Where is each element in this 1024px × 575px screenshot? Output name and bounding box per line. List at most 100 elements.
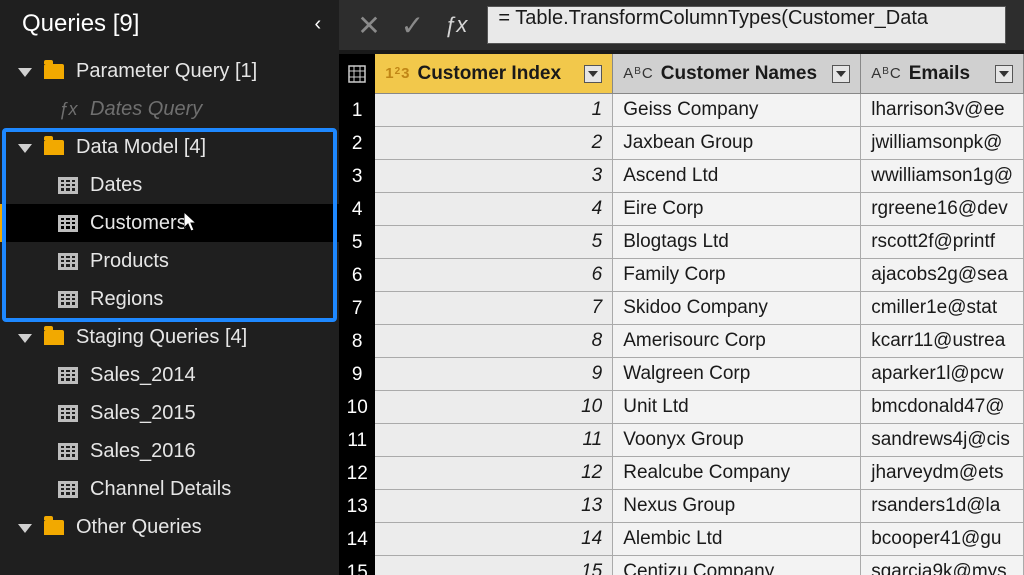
cell-index[interactable]: 1 <box>375 94 613 127</box>
cell-emails[interactable]: kcarr11@ustrea <box>861 325 1024 358</box>
cell-index[interactable]: 9 <box>375 358 613 391</box>
cell-names[interactable]: Voonyx Group <box>613 424 861 457</box>
query-label: Regions <box>90 288 163 311</box>
cell-emails[interactable]: wwilliamson1g@ <box>861 160 1024 193</box>
query-group[interactable]: Other Queries <box>0 508 339 546</box>
query-item[interactable]: Customers <box>0 204 339 242</box>
query-item[interactable]: Regions <box>0 280 339 318</box>
table-row: 6Family Corpajacobs2g@sea <box>375 259 1024 292</box>
cell-emails[interactable]: jharveydm@ets <box>861 457 1024 490</box>
row-number[interactable]: 6 <box>339 259 375 292</box>
column-filter-dropdown[interactable] <box>995 65 1013 83</box>
query-item[interactable]: ƒxDates Query <box>0 90 339 128</box>
cell-names[interactable]: Centizu Company <box>613 556 861 575</box>
cell-names[interactable]: Nexus Group <box>613 490 861 523</box>
table-icon <box>58 177 78 194</box>
query-item[interactable]: Sales_2016 <box>0 432 339 470</box>
collapse-panel-icon[interactable]: ‹ <box>315 13 322 36</box>
table-icon <box>58 481 78 498</box>
cell-emails[interactable]: rscott2f@printf <box>861 226 1024 259</box>
cell-index[interactable]: 5 <box>375 226 613 259</box>
caret-down-icon <box>18 68 32 77</box>
table-row: 7Skidoo Companycmiller1e@stat <box>375 292 1024 325</box>
cell-index[interactable]: 4 <box>375 193 613 226</box>
cell-emails[interactable]: aparker1l@pcw <box>861 358 1024 391</box>
row-number[interactable]: 12 <box>339 457 375 490</box>
column-header-names[interactable]: ABCCustomer Names <box>613 54 861 94</box>
cell-names[interactable]: Family Corp <box>613 259 861 292</box>
cell-names[interactable]: Realcube Company <box>613 457 861 490</box>
cell-emails[interactable]: ajacobs2g@sea <box>861 259 1024 292</box>
cell-emails[interactable]: sandrews4j@cis <box>861 424 1024 457</box>
row-number[interactable]: 4 <box>339 193 375 226</box>
cell-names[interactable]: Jaxbean Group <box>613 127 861 160</box>
cell-names[interactable]: Blogtags Ltd <box>613 226 861 259</box>
cell-names[interactable]: Eire Corp <box>613 193 861 226</box>
row-number[interactable]: 14 <box>339 523 375 556</box>
row-number[interactable]: 15 <box>339 556 375 575</box>
query-group[interactable]: Staging Queries [4] <box>0 318 339 356</box>
row-number[interactable]: 9 <box>339 358 375 391</box>
text-type-icon: ABC <box>871 65 901 82</box>
select-all-corner[interactable] <box>339 54 375 94</box>
query-label: Sales_2015 <box>90 402 196 425</box>
cell-index[interactable]: 15 <box>375 556 613 575</box>
cell-emails[interactable]: rgreene16@dev <box>861 193 1024 226</box>
group-label: Parameter Query [1] <box>76 60 257 83</box>
column-header-emails[interactable]: ABCEmails <box>861 54 1024 94</box>
query-item[interactable]: Sales_2015 <box>0 394 339 432</box>
cell-emails[interactable]: sgarcia9k@mys <box>861 556 1024 575</box>
row-number[interactable]: 10 <box>339 391 375 424</box>
cell-names[interactable]: Walgreen Corp <box>613 358 861 391</box>
cell-names[interactable]: Amerisourc Corp <box>613 325 861 358</box>
cell-emails[interactable]: jwilliamsonpk@ <box>861 127 1024 160</box>
query-item[interactable]: Products <box>0 242 339 280</box>
queries-panel-header: Queries [9] ‹ <box>0 0 339 52</box>
column-filter-dropdown[interactable] <box>584 65 602 83</box>
cancel-formula-icon[interactable]: ✕ <box>357 9 380 42</box>
query-item[interactable]: Channel Details <box>0 470 339 508</box>
cell-emails[interactable]: bmcdonald47@ <box>861 391 1024 424</box>
cell-emails[interactable]: lharrison3v@ee <box>861 94 1024 127</box>
row-number[interactable]: 7 <box>339 292 375 325</box>
row-number[interactable]: 8 <box>339 325 375 358</box>
query-group[interactable]: Data Model [4] <box>0 128 339 166</box>
cell-index[interactable]: 12 <box>375 457 613 490</box>
cell-names[interactable]: Skidoo Company <box>613 292 861 325</box>
row-number[interactable]: 13 <box>339 490 375 523</box>
cell-index[interactable]: 14 <box>375 523 613 556</box>
row-number[interactable]: 1 <box>339 94 375 127</box>
fx-icon: ƒx <box>444 12 467 38</box>
row-number[interactable]: 3 <box>339 160 375 193</box>
query-label: Products <box>90 250 169 273</box>
cell-index[interactable]: 7 <box>375 292 613 325</box>
row-number[interactable]: 5 <box>339 226 375 259</box>
queries-tree: Parameter Query [1] ƒxDates Query Data Mo… <box>0 52 339 575</box>
row-number[interactable]: 11 <box>339 424 375 457</box>
cell-index[interactable]: 13 <box>375 490 613 523</box>
cell-names[interactable]: Unit Ltd <box>613 391 861 424</box>
formula-input[interactable]: = Table.TransformColumnTypes(Customer_Da… <box>487 6 1006 44</box>
query-item[interactable]: Dates <box>0 166 339 204</box>
cell-index[interactable]: 8 <box>375 325 613 358</box>
commit-formula-icon[interactable]: ✓ <box>401 9 424 42</box>
row-number[interactable]: 2 <box>339 127 375 160</box>
column-filter-dropdown[interactable] <box>832 65 850 83</box>
cell-names[interactable]: Geiss Company <box>613 94 861 127</box>
query-label: Dates Query <box>90 98 202 121</box>
caret-down-icon <box>18 334 32 343</box>
cell-emails[interactable]: bcooper41@gu <box>861 523 1024 556</box>
cell-index[interactable]: 6 <box>375 259 613 292</box>
cell-index[interactable]: 11 <box>375 424 613 457</box>
column-header-index[interactable]: 123Customer Index <box>375 54 613 94</box>
cell-emails[interactable]: cmiller1e@stat <box>861 292 1024 325</box>
query-group[interactable]: Parameter Query [1] <box>0 52 339 90</box>
cell-emails[interactable]: rsanders1d@la <box>861 490 1024 523</box>
cell-index[interactable]: 10 <box>375 391 613 424</box>
cell-index[interactable]: 3 <box>375 160 613 193</box>
caret-down-icon <box>18 524 32 533</box>
cell-names[interactable]: Ascend Ltd <box>613 160 861 193</box>
query-item[interactable]: Sales_2014 <box>0 356 339 394</box>
cell-index[interactable]: 2 <box>375 127 613 160</box>
cell-names[interactable]: Alembic Ltd <box>613 523 861 556</box>
